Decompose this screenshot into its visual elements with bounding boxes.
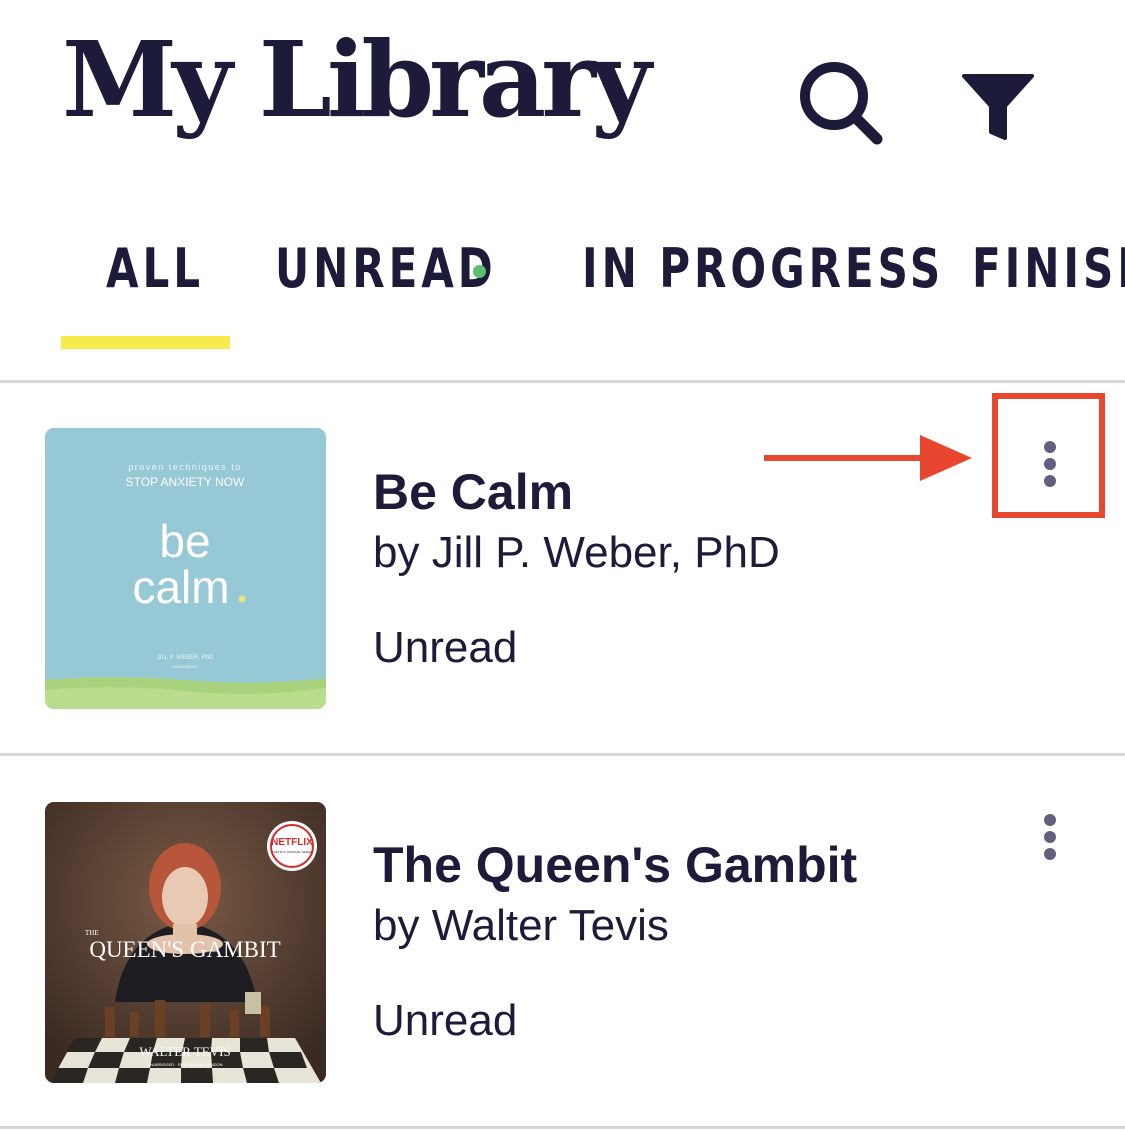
app-header: My Library (0, 0, 1125, 180)
cover-tagline-top: proven techniques to (128, 462, 242, 472)
book-status: Unread (373, 623, 518, 672)
filter-icon (962, 74, 1034, 140)
cover-title-line1: be (159, 515, 210, 567)
tab-finished[interactable]: FINISHED (972, 237, 1125, 300)
search-button[interactable] (796, 58, 886, 148)
dot-icon (1044, 814, 1056, 826)
book-author: by Walter Tevis (373, 901, 669, 950)
badge-text: NETFLIX (271, 837, 313, 848)
active-tab-underline (61, 336, 230, 349)
tab-unread[interactable]: UNREAD (275, 237, 497, 300)
book-cover[interactable]: proven techniques to STOP ANXIETY NOW be… (45, 428, 326, 709)
unread-indicator-dot (473, 265, 486, 278)
book-author: by Jill P. Weber, PhD (373, 528, 780, 577)
book-title[interactable]: Be Calm (373, 463, 573, 521)
book-status: Unread (373, 996, 518, 1045)
book-cover[interactable]: NETFLIX A NETFLIX ORIGINAL SERIES THE QU… (45, 802, 326, 1083)
page-title: My Library (62, 18, 652, 141)
cover-author: WALTER TEVIS (139, 1044, 230, 1059)
list-item[interactable]: NETFLIX A NETFLIX ORIGINAL SERIES THE QU… (0, 756, 1125, 1126)
badge-sub: A NETFLIX ORIGINAL SERIES (271, 850, 313, 854)
cover-title-line2: calm (132, 561, 229, 613)
cover-edition: UNABRIDGED · READ BY AMY LANDON (148, 1062, 223, 1067)
library-tabs: ALL UNREAD IN PROGRESS FINISHED (0, 215, 1125, 350)
more-options-button[interactable] (1030, 803, 1070, 883)
dot-icon (1044, 831, 1056, 843)
cover-title-small: THE (85, 929, 99, 937)
cover-title: QUEEN'S GAMBIT (89, 937, 280, 962)
netflix-badge: NETFLIX A NETFLIX ORIGINAL SERIES (267, 821, 317, 871)
filter-button[interactable] (958, 66, 1038, 146)
book-title[interactable]: The Queen's Gambit (373, 836, 857, 894)
annotation-highlight-box (992, 393, 1105, 518)
cover-tagline: STOP ANXIETY NOW (126, 475, 245, 489)
cover-edition: UNABRIDGED (172, 664, 199, 669)
search-icon (800, 62, 883, 145)
row-divider (0, 1126, 1125, 1129)
tab-all[interactable]: ALL (106, 237, 204, 300)
annotation-arrow-icon (764, 435, 972, 481)
tab-in-progress[interactable]: IN PROGRESS (582, 237, 944, 300)
dot-icon (1044, 848, 1056, 860)
cover-author: JILL P. WEBER, PhD (157, 655, 214, 661)
